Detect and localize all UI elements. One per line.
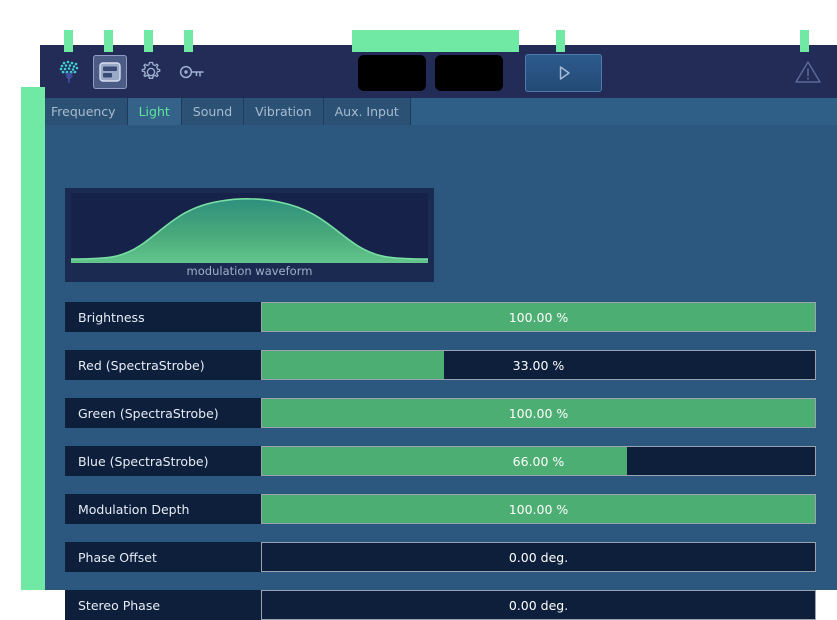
marker-toolbar-icon-3 xyxy=(144,30,153,52)
light-tab-content: modulation waveform Brightness 100.00 % … xyxy=(40,125,837,620)
play-icon xyxy=(559,66,570,80)
marker-toolbar-icon-2 xyxy=(104,30,113,52)
tab-aux-input[interactable]: Aux. Input xyxy=(323,98,411,125)
param-value: 0.00 deg. xyxy=(508,549,569,565)
marker-warning-icon xyxy=(800,30,809,52)
param-label: Stereo Phase xyxy=(65,590,261,620)
param-slider-stereo-phase[interactable]: 0.00 deg. xyxy=(261,590,816,620)
param-label: Blue (SpectraStrobe) xyxy=(65,446,261,476)
param-row-green-spectrastrobe: Green (SpectraStrobe) 100.00 % xyxy=(65,398,816,428)
param-row-brightness: Brightness 100.00 % xyxy=(65,302,816,332)
param-value: 100.00 % xyxy=(508,405,569,421)
param-value: 100.00 % xyxy=(508,501,569,517)
param-value: 100.00 % xyxy=(508,309,569,325)
tab-frequency[interactable]: Frequency xyxy=(40,98,128,125)
gear-icon[interactable] xyxy=(134,55,168,89)
toolbar-center-group xyxy=(358,54,602,92)
tab-bar: Frequency Light Sound Vibration Aux. Inp… xyxy=(40,98,837,125)
param-label: Green (SpectraStrobe) xyxy=(65,398,261,428)
param-slider-phase-offset[interactable]: 0.00 deg. xyxy=(261,542,816,572)
param-value: 66.00 % xyxy=(512,453,565,469)
tab-sound[interactable]: Sound xyxy=(181,98,245,125)
param-row-phase-offset: Phase Offset 0.00 deg. xyxy=(65,542,816,572)
param-value: 33.00 % xyxy=(512,357,565,373)
neural-tree-icon[interactable] xyxy=(52,55,86,89)
param-slider-brightness[interactable]: 100.00 % xyxy=(261,302,816,332)
param-slider-modulation-depth[interactable]: 100.00 % xyxy=(261,494,816,524)
session-editor-icon[interactable] xyxy=(93,54,127,89)
top-toolbar xyxy=(40,45,837,98)
param-slider-blue[interactable]: 66.00 % xyxy=(261,446,816,476)
modulation-waveform-panel: modulation waveform xyxy=(65,188,434,282)
play-button[interactable] xyxy=(525,54,602,92)
warning-icon[interactable] xyxy=(793,57,823,87)
marker-display-group xyxy=(352,30,519,52)
param-label: Red (SpectraStrobe) xyxy=(65,350,261,380)
param-value: 0.00 deg. xyxy=(508,597,569,613)
param-row-stereo-phase: Stereo Phase 0.00 deg. xyxy=(65,590,816,620)
display-panel-right[interactable] xyxy=(435,55,503,91)
tab-vibration[interactable]: Vibration xyxy=(244,98,324,125)
param-row-red-spectrastrobe: Red (SpectraStrobe) 33.00 % xyxy=(65,350,816,380)
param-label: Phase Offset xyxy=(65,542,261,572)
marker-toolbar-icon-1 xyxy=(64,30,73,52)
tab-light[interactable]: Light xyxy=(127,98,182,125)
waveform-plot xyxy=(71,193,428,263)
display-panel-left[interactable] xyxy=(358,55,426,91)
waveform-caption: modulation waveform xyxy=(186,264,313,278)
param-slider-green[interactable]: 100.00 % xyxy=(261,398,816,428)
param-row-blue-spectrastrobe: Blue (SpectraStrobe) 66.00 % xyxy=(65,446,816,476)
param-row-modulation-depth: Modulation Depth 100.00 % xyxy=(65,494,816,524)
marker-play-button xyxy=(556,30,565,52)
application-window: Frequency Light Sound Vibration Aux. Inp… xyxy=(40,45,837,620)
param-slider-red[interactable]: 33.00 % xyxy=(261,350,816,380)
marker-toolbar-icon-4 xyxy=(184,30,193,52)
param-label: Modulation Depth xyxy=(65,494,261,524)
key-icon[interactable] xyxy=(175,55,209,89)
param-label: Brightness xyxy=(65,302,261,332)
marker-left-rail xyxy=(21,87,45,590)
